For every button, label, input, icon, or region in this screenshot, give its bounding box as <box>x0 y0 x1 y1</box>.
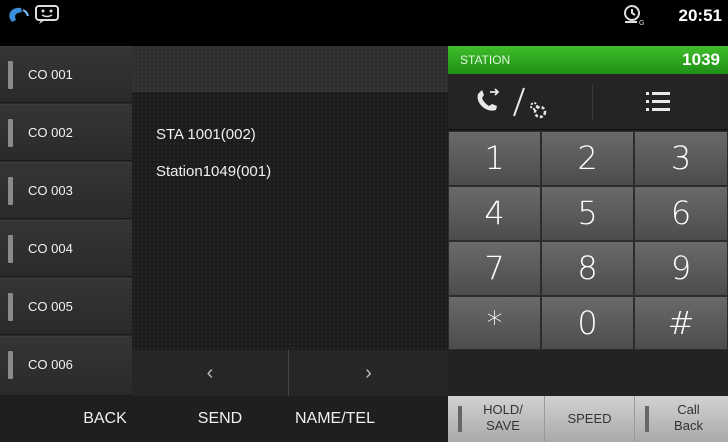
co-line-label: CO 004 <box>28 241 73 256</box>
keypad-key-4[interactable]: 4 <box>448 186 541 241</box>
co-line-item[interactable]: CO 003 <box>0 162 132 219</box>
station-label: STATION <box>460 53 511 67</box>
keypad-key-7[interactable]: 7 <box>448 241 541 296</box>
keypad-key-hash[interactable]: # <box>634 296 728 350</box>
list-icon[interactable] <box>644 84 672 120</box>
phone-icon <box>9 7 29 22</box>
clock-time: 20:51 <box>678 6 722 25</box>
co-line-label: CO 003 <box>28 183 73 198</box>
line-status-indicator <box>8 119 13 147</box>
next-page-button[interactable]: › <box>290 350 447 396</box>
keypad-key-8[interactable]: 8 <box>541 241 634 296</box>
station-bar: STATION 1039 <box>448 46 728 74</box>
line-status-indicator <box>8 235 13 263</box>
station-number: 1039 <box>682 50 720 69</box>
co-line-label: CO 005 <box>28 299 73 314</box>
back-button[interactable]: BACK <box>70 396 140 442</box>
hold-save-label-line1: HOLD/ <box>483 402 523 417</box>
co-line-item[interactable]: CO 004 <box>0 220 132 277</box>
directory-header <box>132 46 448 92</box>
co-line-item[interactable]: CO 002 <box>0 104 132 161</box>
co-line-list: CO 001 CO 002 CO 003 CO 004 CO 005 CO 00… <box>0 46 132 396</box>
keypad-key-6[interactable]: 6 <box>634 186 728 241</box>
co-line-item[interactable]: CO 005 <box>0 278 132 335</box>
co-line-item[interactable]: CO 006 <box>0 336 132 396</box>
tool-divider <box>592 84 593 120</box>
keypad-key-5[interactable]: 5 <box>541 186 634 241</box>
keypad-key-star[interactable]: * <box>448 296 541 350</box>
keypad-key-3[interactable]: 3 <box>634 131 728 186</box>
directory-pager: ‹ › <box>132 350 448 396</box>
dial-panel: STATION 1039 1 2 3 4 5 6 7 8 9 * 0 # <box>448 46 728 396</box>
bottom-action-bar: BACK SEND NAME/TEL HOLD/ SAVE SPEED Call… <box>0 396 728 442</box>
hold-save-button[interactable]: HOLD/ SAVE <box>448 396 545 442</box>
keypad-key-2[interactable]: 2 <box>541 131 634 186</box>
name-tel-button[interactable]: NAME/TEL <box>280 396 390 442</box>
call-back-button[interactable]: Call Back <box>635 396 728 442</box>
send-button[interactable]: SEND <box>180 396 260 442</box>
co-line-label: CO 001 <box>28 67 73 82</box>
hold-indicator <box>458 406 462 432</box>
call-forward-settings-icon[interactable] <box>468 80 588 124</box>
line-status-indicator <box>8 61 13 89</box>
line-status-indicator <box>8 351 13 379</box>
directory-entry[interactable]: Station1049(001) <box>156 163 271 180</box>
call-back-label-line1: Call <box>677 402 700 417</box>
call-function-bar: HOLD/ SAVE SPEED Call Back <box>448 396 728 442</box>
previous-page-button[interactable]: ‹ <box>132 350 289 396</box>
hold-save-label-line2: SAVE <box>486 418 520 433</box>
keypad-key-9[interactable]: 9 <box>634 241 728 296</box>
call-back-indicator <box>645 406 649 432</box>
co-line-label: CO 006 <box>28 357 73 372</box>
keypad-key-1[interactable]: 1 <box>448 131 541 186</box>
chat-icon <box>35 5 59 24</box>
speed-dial-button[interactable]: SPEED <box>545 396 635 442</box>
keypad-key-0[interactable]: 0 <box>541 296 634 350</box>
call-back-label-line2: Back <box>674 418 703 433</box>
line-status-indicator <box>8 293 13 321</box>
co-line-label: CO 002 <box>28 125 73 140</box>
line-status-indicator <box>8 177 13 205</box>
svg-text:G: G <box>639 20 644 26</box>
directory-panel: STA 1001(002) Station1049(001) ‹ › <box>132 46 448 396</box>
directory-entry[interactable]: STA 1001(002) <box>156 126 256 143</box>
co-line-item[interactable]: CO 001 <box>0 46 132 103</box>
tool-row <box>448 74 728 130</box>
clock-settings-icon: G <box>624 5 644 26</box>
status-bar: G 20:51 <box>0 0 728 30</box>
